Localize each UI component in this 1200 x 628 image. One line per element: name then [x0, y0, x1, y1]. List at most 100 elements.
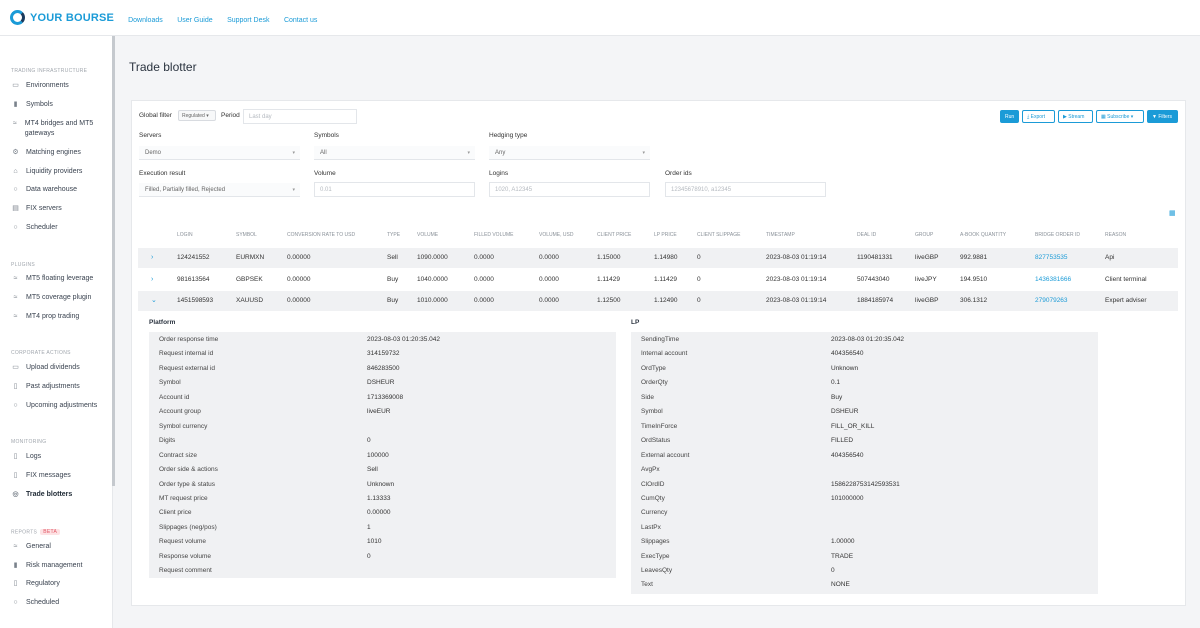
sidebar-item-mt5-coverage-plugin[interactable]: ≈ MT5 coverage plugin [11, 293, 111, 303]
chevron-down-icon[interactable]: ⌄ [151, 296, 157, 304]
column-settings-icon[interactable]: ▦ [1169, 209, 1176, 217]
sidebar-item-trade-blotters[interactable]: ◎ Trade blotters [11, 490, 111, 500]
detail-key: Account group [159, 408, 201, 415]
detail-key: Request comment [159, 567, 212, 574]
table-row[interactable]: › 124241552 EURMXN 0.00000 Sell 1090.000… [138, 248, 1178, 268]
cell-reason: Client terminal [1105, 276, 1147, 283]
sidebar-item-risk-management[interactable]: ▮ Risk management [11, 561, 111, 571]
col-client-price[interactable]: CLIENT PRICE [597, 232, 631, 238]
nav-user-guide[interactable]: User Guide [177, 17, 212, 24]
sidebar-item-fix-messages[interactable]: ▯ FIX messages [11, 471, 111, 481]
execution-result-select[interactable]: Filled, Partially filled, Rejected ▾ [139, 183, 300, 197]
col-a-book-quantity[interactable]: A-BOOK QUANTITY [960, 232, 1006, 238]
sidebar-item-matching-engines[interactable]: ⚙ Matching engines [11, 148, 111, 158]
symbols-value: All [320, 150, 327, 156]
sidebar-item-mt4-prop-trading[interactable]: ≈ MT4 prop trading [11, 312, 111, 322]
nav-support-desk[interactable]: Support Desk [227, 17, 269, 24]
col-conversion-rate[interactable]: CONVERSION RATE TO USD [287, 232, 355, 238]
cell-bridge-order-id[interactable]: 1436381666 [1035, 276, 1071, 283]
col-lp-price[interactable]: LP PRICE [654, 232, 677, 238]
sidebar-item-data-warehouse[interactable]: ○ Data warehouse [11, 185, 111, 195]
detail-key: CumQty [641, 495, 665, 502]
sidebar-scrollbar[interactable] [112, 36, 115, 486]
servers-select[interactable]: Demo ▾ [139, 146, 300, 160]
logins-input[interactable]: 1020, A12345 [489, 182, 650, 197]
detail-key: Account id [159, 394, 190, 401]
sidebar-item-mt5-floating-leverage[interactable]: ≈ MT5 floating leverage [11, 274, 111, 284]
detail-key: Order type & status [159, 481, 215, 488]
detail-value: 1713369008 [367, 394, 404, 401]
cell-bridge-order-id[interactable]: 827753535 [1035, 254, 1068, 261]
filter-icon: ▼ [1152, 114, 1157, 120]
hedging-type-select[interactable]: Any ▾ [489, 146, 650, 160]
col-symbol[interactable]: SYMBOL [236, 232, 257, 238]
cell-timestamp: 2023-08-03 01:19:14 [766, 276, 827, 283]
detail-key: ClOrdID [641, 481, 665, 488]
table-row[interactable]: › 981613564 GBPSEK 0.00000 Buy 1040.0000… [138, 270, 1178, 290]
detail-key: OrdType [641, 365, 666, 372]
cell-symbol: XAUUSD [236, 297, 264, 304]
detail-key: Order side & actions [159, 466, 218, 473]
cell-a-book-quantity: 992.9881 [960, 254, 988, 261]
sidebar-item-scheduled[interactable]: ○ Scheduled [11, 598, 111, 608]
col-group[interactable]: GROUP [915, 232, 933, 238]
col-client-slippage[interactable]: CLIENT SLIPPAGE [697, 232, 740, 238]
sidebar-item-liquidity-providers[interactable]: ⌂ Liquidity providers [11, 167, 111, 177]
sidebar-item-upcoming-adjustments[interactable]: ○ Upcoming adjustments [11, 401, 111, 411]
cell-filled-volume: 0.0000 [474, 254, 494, 261]
cell-deal-id: 1190481331 [857, 254, 893, 261]
sidebar-item-general[interactable]: ≈ General [11, 542, 111, 552]
filters-button[interactable]: ▼ Filters [1147, 110, 1178, 123]
detail-key: Contract size [159, 452, 197, 459]
period-label: Period [221, 112, 240, 119]
sidebar-item-past-adjustments[interactable]: ▯ Past adjustments [11, 382, 111, 392]
volume-label: Volume [314, 170, 336, 177]
nav-contact-us[interactable]: Contact us [284, 17, 317, 24]
col-type[interactable]: TYPE [387, 232, 400, 238]
detail-value: 0 [367, 553, 371, 560]
cell-volume-usd: 0.0000 [539, 276, 559, 283]
chevron-right-icon[interactable]: › [151, 254, 153, 261]
detail-value: Buy [831, 394, 843, 401]
sidebar-item-scheduler[interactable]: ○ Scheduler [11, 223, 111, 233]
sidebar-item-regulatory[interactable]: ▯ Regulatory [11, 579, 111, 589]
sidebar-item-fix-servers[interactable]: ▤ FIX servers [11, 204, 111, 214]
order-ids-input[interactable]: 12345678910, a12345 [665, 182, 826, 197]
sidebar-item-logs[interactable]: ▯ Logs [11, 452, 111, 462]
execution-result-label: Execution result [139, 170, 186, 177]
cell-bridge-order-id[interactable]: 279079263 [1035, 297, 1068, 304]
brand-logo[interactable]: YOUR BOURSE [10, 10, 114, 25]
col-reason[interactable]: REASON [1105, 232, 1126, 238]
logins-label: Logins [489, 170, 509, 177]
sidebar-item-upload-dividends[interactable]: ▭ Upload dividends [11, 363, 111, 373]
detail-key: Symbol currency [159, 423, 208, 430]
col-deal-id[interactable]: DEAL ID [857, 232, 876, 238]
col-volume[interactable]: VOLUME [417, 232, 438, 238]
symbols-select[interactable]: All ▾ [314, 146, 475, 160]
sidebar-item-symbols[interactable]: ▮ Symbols [11, 100, 111, 110]
chevron-right-icon[interactable]: › [151, 276, 153, 283]
stream-button[interactable]: ▶ Stream [1058, 110, 1093, 123]
nav-downloads[interactable]: Downloads [128, 17, 163, 24]
col-timestamp[interactable]: TIMESTAMP [766, 232, 795, 238]
plugin-icon: ≈ [13, 543, 18, 550]
sidebar-section-reports: REPORTS BETA [11, 529, 61, 535]
sidebar-item-bridges[interactable]: ≈ MT4 bridges and MT5 gateways [11, 119, 111, 139]
global-filter-select[interactable]: Regulated ▾ [178, 110, 216, 121]
col-bridge-order-id[interactable]: BRIDGE ORDER ID [1035, 232, 1080, 238]
col-filled-volume[interactable]: FILLED VOLUME [474, 232, 513, 238]
calendar-icon: ▦ [1101, 114, 1106, 120]
run-button[interactable]: Run [1000, 110, 1019, 123]
col-volume-usd[interactable]: VOLUME, USD [539, 232, 573, 238]
detail-key: Internal account [641, 350, 688, 357]
sidebar-item-label: General [26, 543, 51, 550]
export-button[interactable]: ⤓ Export [1022, 110, 1055, 123]
subscribe-button[interactable]: ▦ Subscribe ▾ [1096, 110, 1144, 123]
detail-key: Order response time [159, 336, 219, 343]
volume-input[interactable]: 0.01 [314, 182, 475, 197]
col-login[interactable]: LOGIN [177, 232, 193, 238]
period-input[interactable]: Last day [243, 109, 357, 124]
sidebar-item-environments[interactable]: ▭ Environments [11, 81, 111, 91]
table-row-expanded[interactable]: ⌄ 1451598593 XAUUSD 0.00000 Buy 1010.000… [138, 291, 1178, 311]
page-title: Trade blotter [129, 60, 197, 74]
